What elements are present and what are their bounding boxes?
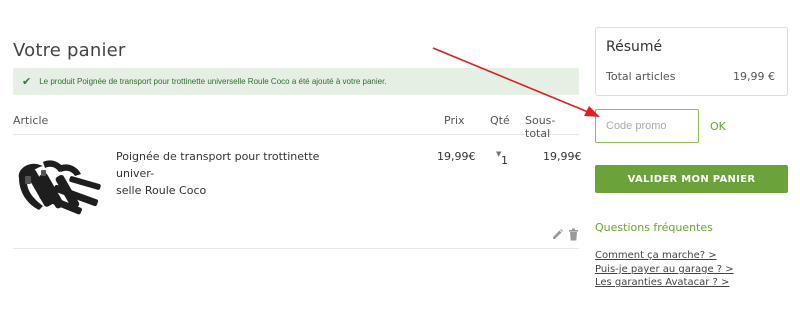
check-icon: ✔ — [22, 75, 32, 88]
faq-link-how-it-works[interactable]: Comment ça marche? > — [595, 250, 717, 261]
promo-ok-button[interactable]: OK — [710, 120, 726, 133]
product-name[interactable]: Poignée de transport pour trottinette un… — [116, 148, 356, 199]
trash-icon[interactable] — [568, 226, 579, 245]
row-divider — [13, 248, 579, 249]
quantity-value: 1 — [501, 154, 508, 167]
column-header-article: Article — [13, 114, 49, 127]
validate-cart-button[interactable]: VALIDER MON PANIER — [595, 165, 788, 193]
faq-title: Questions fréquentes — [595, 221, 713, 234]
product-name-line-2: selle Roule Coco — [116, 184, 207, 197]
alert-message: Le produit Poignée de transport pour tro… — [39, 77, 387, 86]
page-title: Votre panier — [13, 40, 126, 61]
faq-link-pay-at-garage[interactable]: Puis-je payer au garage ? > — [595, 264, 734, 275]
item-subtotal: 19,99€ — [543, 150, 582, 163]
promo-code-input[interactable] — [595, 109, 699, 143]
item-actions — [551, 226, 579, 245]
column-header-qte: Qté — [490, 114, 510, 127]
pencil-icon[interactable] — [551, 226, 564, 245]
summary-box: Résumé Total articles 19,99 € — [595, 27, 788, 96]
quantity-selector[interactable]: ▼ 1 — [495, 148, 511, 168]
column-header-prix: Prix — [444, 114, 465, 127]
product-name-line-1: Poignée de transport pour trottinette un… — [116, 150, 320, 180]
item-price: 19,99€ — [437, 150, 476, 163]
product-image[interactable] — [13, 148, 107, 220]
total-articles-value: 19,99 € — [733, 70, 775, 83]
column-header-sous-total: Sous-total — [525, 114, 556, 140]
faq-link-guarantees[interactable]: Les garanties Avatacar ? > — [595, 277, 729, 288]
success-alert: ✔ Le produit Poignée de transport pour t… — [13, 68, 579, 95]
cart-table-header: Article Prix Qté Sous-total — [13, 113, 579, 140]
summary-title: Résumé — [606, 39, 663, 55]
total-articles-label: Total articles — [606, 70, 676, 83]
